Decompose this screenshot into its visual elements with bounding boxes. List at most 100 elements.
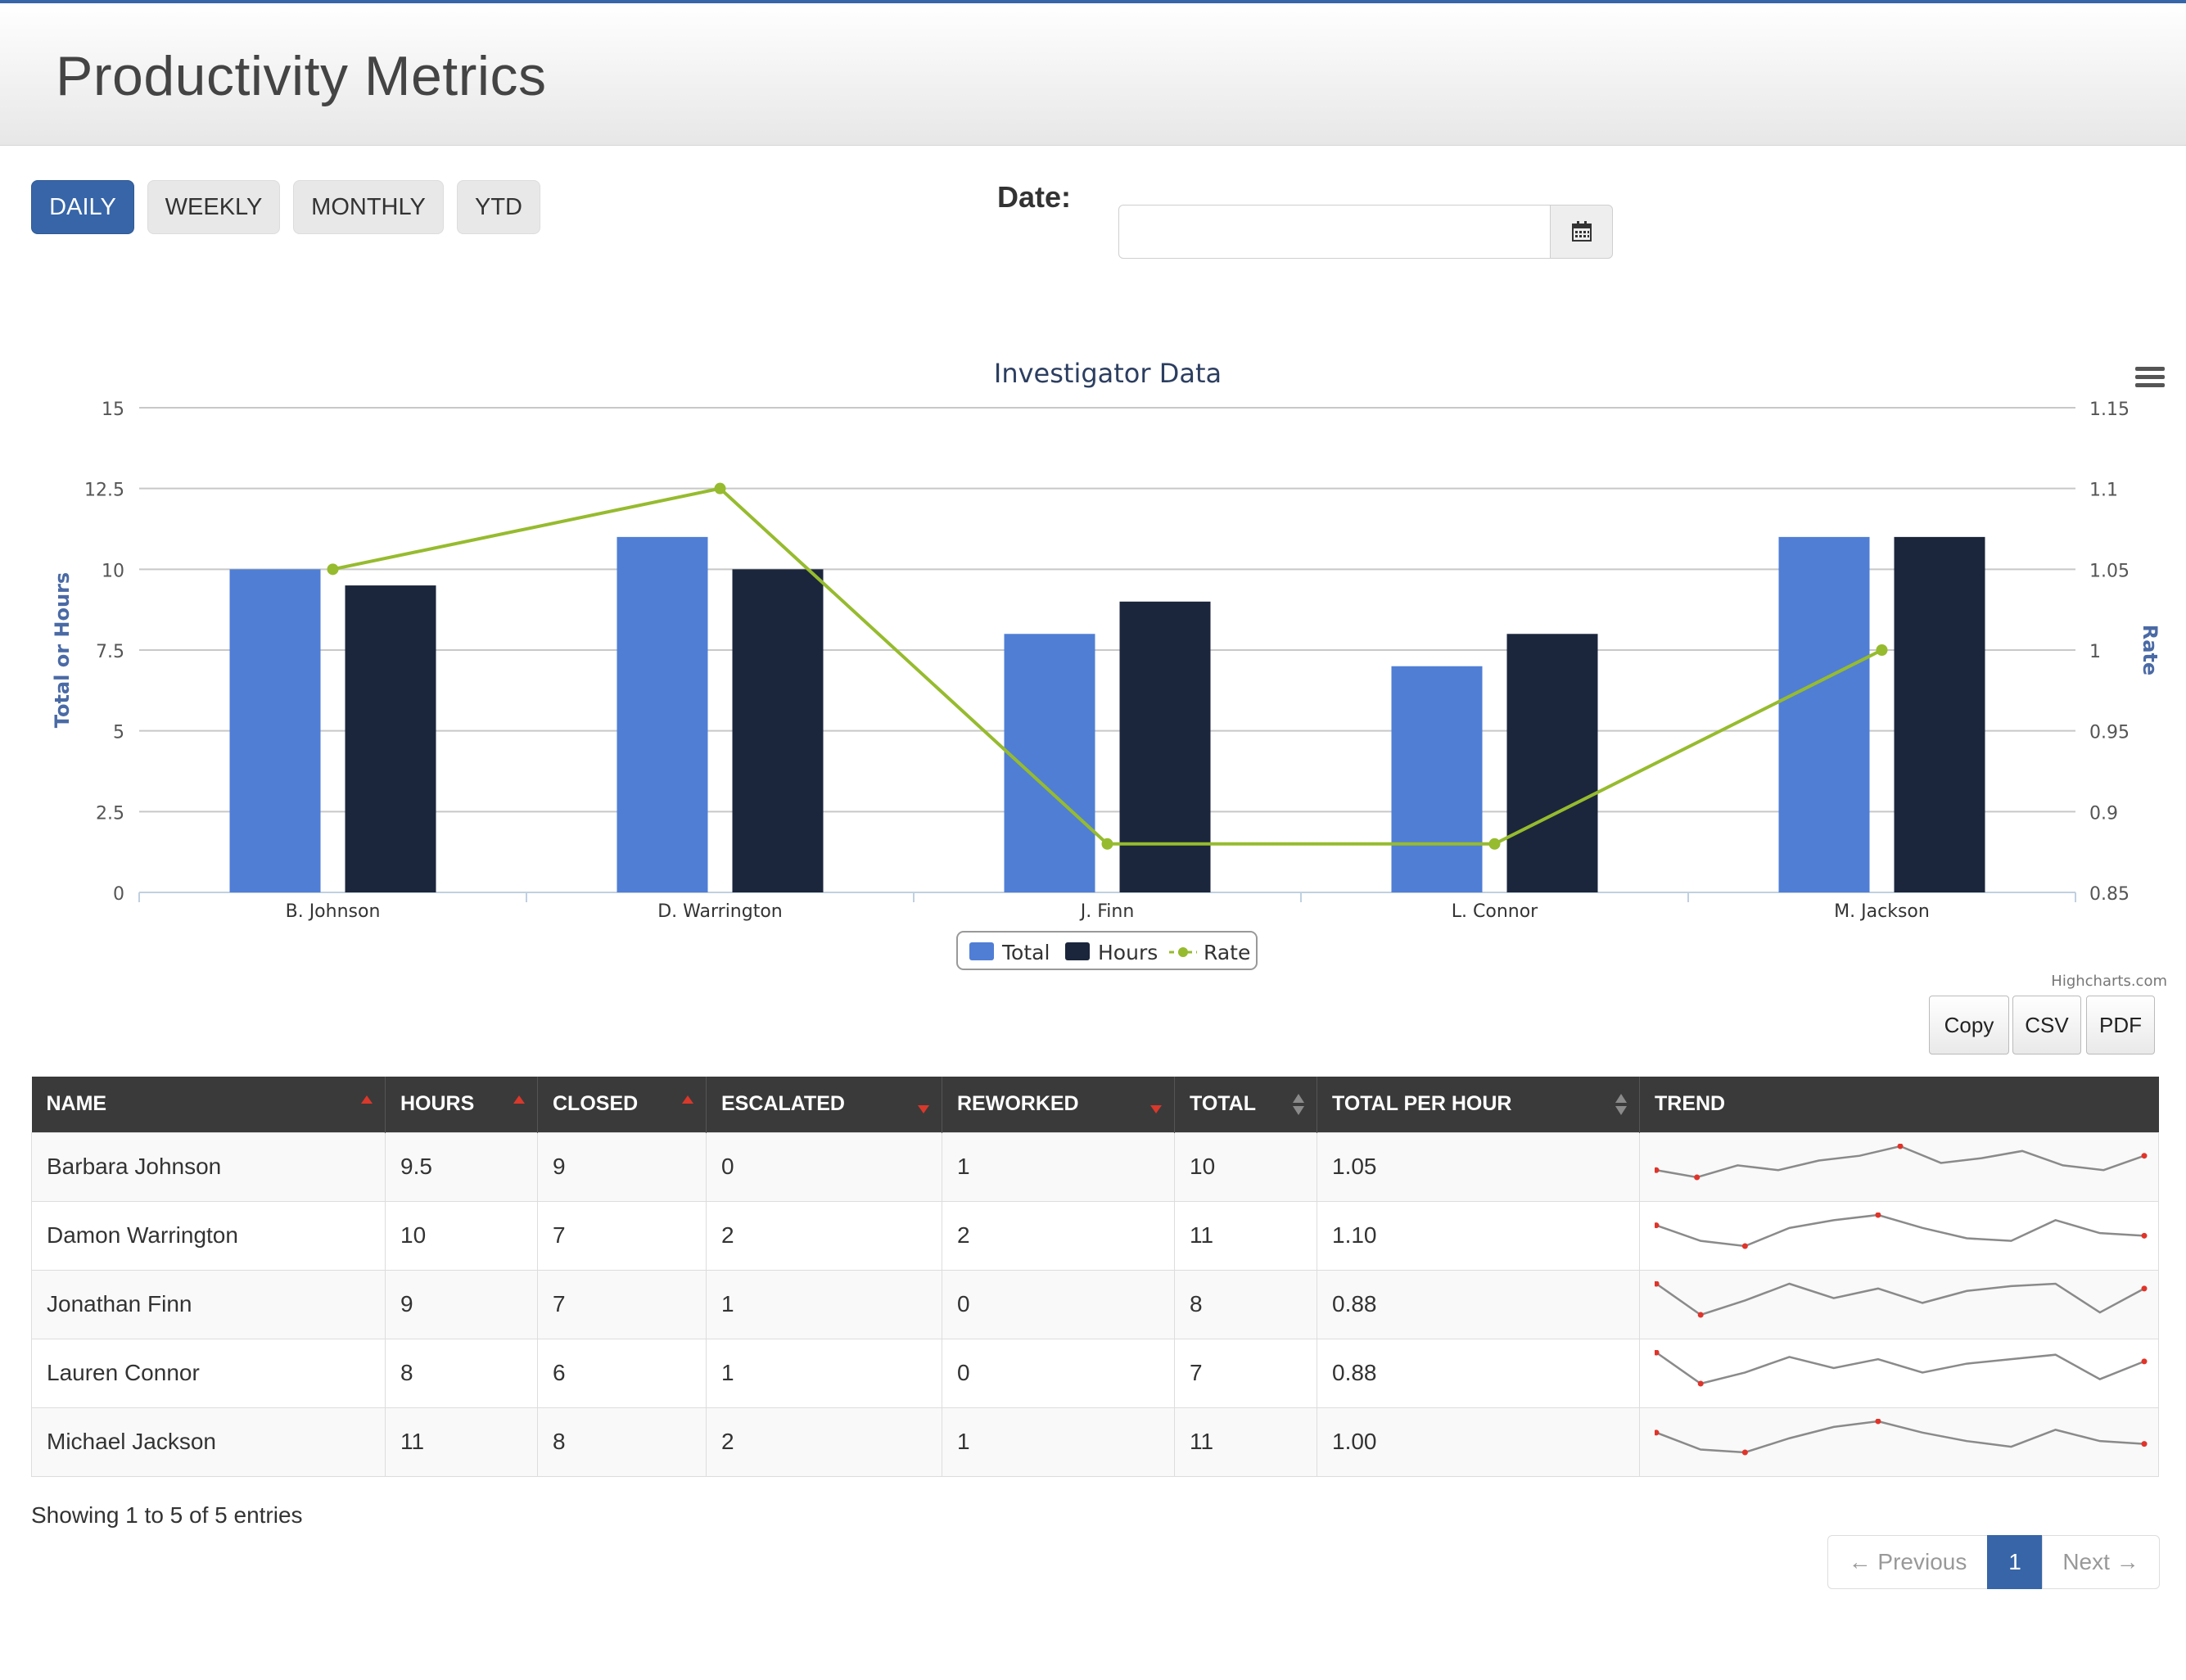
y-tick-label: 0: [113, 884, 124, 905]
cell-total-per-hour: 1.05: [1317, 1131, 1640, 1202]
cell-hours: 10: [385, 1200, 538, 1271]
column-header-reworked[interactable]: REWORKED: [942, 1077, 1175, 1132]
date-input[interactable]: [1118, 205, 1551, 259]
cell-closed: 9: [537, 1131, 707, 1202]
calendar-button[interactable]: [1550, 205, 1613, 259]
sparkline-point: [1653, 1167, 1660, 1173]
chart-title: Investigator Data: [994, 358, 1222, 389]
trend-sparkline: [1653, 1280, 2148, 1317]
column-header-trend: TREND: [1639, 1077, 2159, 1132]
sparkline-point: [2141, 1152, 2148, 1158]
cell-closed: 8: [537, 1407, 707, 1477]
cell-trend: [1639, 1200, 2159, 1271]
x-tick-label: L. Connor: [1452, 901, 1538, 922]
trend-sparkline: [1653, 1212, 2148, 1249]
cell-reworked: 0: [942, 1269, 1175, 1339]
bar-total-3: [1391, 666, 1483, 892]
table-row: Barbara Johnson 9.5 9 0 1 10 1.05: [31, 1131, 2159, 1202]
sparkline-point: [1697, 1380, 1704, 1386]
y2-tick-label: 1.05: [2089, 561, 2130, 581]
sparkline-path: [1655, 1213, 2145, 1247]
sparkline-point: [1653, 1429, 1660, 1435]
menu-icon: [2135, 367, 2165, 371]
ytd-button[interactable]: YTD: [457, 180, 540, 234]
cell-trend: [1639, 1269, 2159, 1339]
pdf-button[interactable]: PDF: [2086, 996, 2155, 1055]
sort-asc-icon: [361, 1095, 373, 1104]
cell-hours: 9: [385, 1269, 538, 1339]
sort-desc-icon: [1150, 1105, 1162, 1113]
table-row: Damon Warrington 10 7 2 2 11 1.10: [31, 1200, 2159, 1271]
legend-rate-marker: [1178, 947, 1188, 957]
bar-hours-1: [732, 569, 824, 892]
sort-both-icon: [1615, 1094, 1627, 1115]
investigator-chart: Investigator Data 0 2.5 5 7.5 10 12.5 15 0.85 0.9…: [51, 358, 2167, 990]
cell-trend: [1639, 1338, 2159, 1408]
column-header-hours[interactable]: HOURS: [385, 1077, 538, 1132]
sparkline-point: [1875, 1418, 1881, 1424]
rate-point-1: [714, 482, 726, 495]
y-tick-label: 5: [113, 723, 124, 743]
cell-name: Jonathan Finn: [31, 1269, 386, 1339]
cell-trend: [1639, 1407, 2159, 1477]
column-header-name[interactable]: NAME: [31, 1077, 386, 1132]
y-tick-label: 2.5: [96, 803, 124, 824]
column-header-closed[interactable]: CLOSED: [537, 1077, 707, 1132]
column-header-total[interactable]: TOTAL: [1174, 1077, 1317, 1132]
cell-escalated: 0: [706, 1131, 942, 1202]
cell-escalated: 1: [706, 1338, 942, 1408]
cell-hours: 11: [385, 1407, 538, 1477]
y2-tick-label: 1.1: [2089, 481, 2118, 501]
y2-tick-label: 1: [2089, 642, 2101, 662]
cell-closed: 7: [537, 1269, 707, 1339]
sparkline-point: [1741, 1243, 1748, 1249]
cell-name: Barbara Johnson: [31, 1131, 386, 1202]
cell-escalated: 1: [706, 1269, 942, 1339]
sparkline-path: [1655, 1351, 2145, 1384]
y2-tick-label: 0.9: [2089, 803, 2118, 824]
rate-point-3: [1488, 838, 1501, 850]
cell-name: Lauren Connor: [31, 1338, 386, 1408]
cell-total-per-hour: 1.10: [1317, 1200, 1640, 1271]
column-header-total-per-hour[interactable]: TOTAL PER HOUR: [1317, 1077, 1640, 1132]
metrics-table: NAME HOURS CLOSED ESCALATED REWORKED TOT…: [31, 1077, 2159, 1477]
sort-both-icon: [1293, 1094, 1304, 1115]
legend-rate-label: Rate: [1204, 941, 1250, 964]
sparkline-point: [1897, 1143, 1904, 1149]
y2-tick-label: 0.85: [2089, 884, 2130, 905]
cell-total-per-hour: 0.88: [1317, 1269, 1640, 1339]
bar-total-0: [229, 569, 321, 892]
rate-line: [332, 486, 1883, 846]
y-tick-label: 10: [102, 561, 124, 581]
sparkline-point: [2141, 1232, 2148, 1239]
legend-total-label: Total: [1001, 941, 1050, 964]
cell-total: 11: [1174, 1407, 1317, 1477]
next-page-button[interactable]: Next →: [2042, 1535, 2160, 1589]
cell-name: Michael Jackson: [31, 1407, 386, 1477]
sparkline-point: [1694, 1174, 1700, 1180]
y2-tick-label: 1.15: [2089, 400, 2130, 420]
sparkline-path: [1655, 1145, 2145, 1178]
cell-name: Damon Warrington: [31, 1200, 386, 1271]
page-title: Productivity Metrics: [56, 45, 547, 107]
cell-total: 10: [1174, 1131, 1317, 1202]
chart-credits: Highcharts.com: [2051, 973, 2167, 990]
y2-axis-title: Rate: [2139, 625, 2161, 675]
page-1-button[interactable]: 1: [1987, 1535, 2043, 1589]
menu-icon: [2135, 375, 2165, 379]
column-header-escalated[interactable]: ESCALATED: [706, 1077, 942, 1132]
weekly-button[interactable]: WEEKLY: [147, 180, 280, 234]
daily-button[interactable]: DAILY: [31, 180, 134, 234]
cell-escalated: 2: [706, 1407, 942, 1477]
cell-reworked: 1: [942, 1131, 1175, 1202]
previous-page-button[interactable]: ← Previous: [1827, 1535, 1988, 1589]
x-tick-label: J. Finn: [1079, 901, 1135, 922]
csv-button[interactable]: CSV: [2012, 996, 2081, 1055]
sort-asc-icon: [513, 1095, 525, 1104]
sparkline-point: [2141, 1285, 2148, 1291]
cell-escalated: 2: [706, 1200, 942, 1271]
sparkline-point: [1697, 1312, 1704, 1317]
copy-button[interactable]: Copy: [1929, 996, 2009, 1055]
y-tick-label: 15: [102, 400, 124, 420]
monthly-button[interactable]: MONTHLY: [293, 180, 444, 234]
